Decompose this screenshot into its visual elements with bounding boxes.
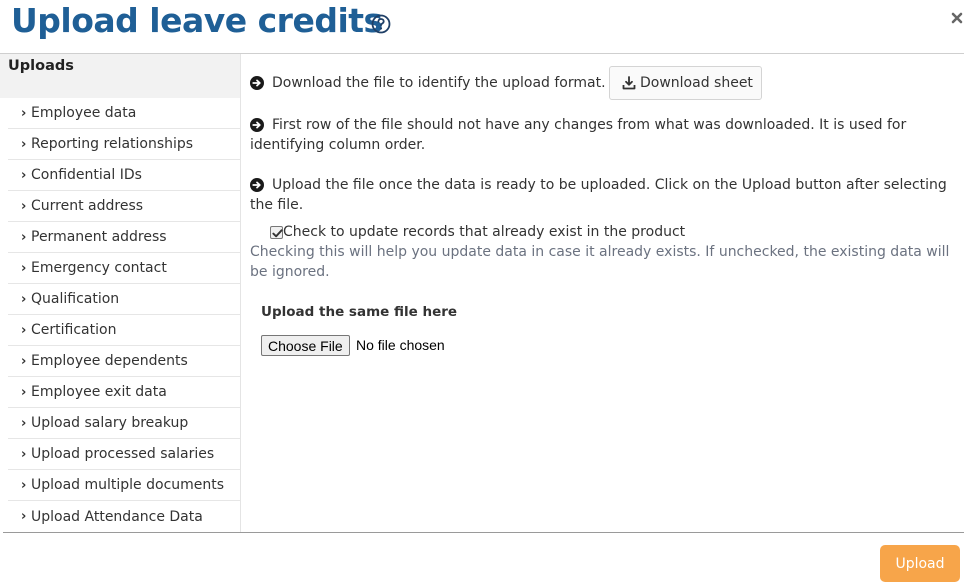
- upload-button[interactable]: Upload: [880, 545, 960, 582]
- update-records-option: Check to update records that already exi…: [270, 222, 685, 242]
- sidebar-item-label: Emergency contact: [31, 260, 167, 276]
- sidebar-item-label: Certification: [31, 322, 117, 338]
- chevron-right-icon: ›: [21, 415, 27, 431]
- chevron-right-icon: ›: [21, 446, 27, 462]
- arrow-circle-right-icon: [250, 76, 264, 90]
- step-first-row-text: First row of the file should not have an…: [250, 117, 907, 153]
- update-records-label: Check to update records that already exi…: [283, 224, 686, 240]
- sidebar-item-permanent-address[interactable]: › Permanent address: [8, 222, 240, 253]
- sidebar-item-label: Employee dependents: [31, 353, 188, 369]
- chevron-right-icon: ›: [21, 291, 27, 307]
- sidebar-item-label: Permanent address: [31, 229, 167, 245]
- sidebar-header: Uploads: [0, 54, 240, 98]
- sidebar-item-label: Upload processed salaries: [31, 446, 215, 462]
- upload-instructions: Download the file to identify the upload…: [250, 54, 962, 532]
- sidebar-item-employee-exit-data[interactable]: › Employee exit data: [8, 377, 240, 408]
- chevron-right-icon: ›: [21, 260, 27, 276]
- sidebar-list: › Employee data › Reporting relationships …: [8, 98, 240, 532]
- chevron-right-icon: ›: [21, 477, 27, 493]
- help-circle-icon[interactable]: [371, 14, 391, 34]
- step-download-text: Download the file to identify the upload…: [272, 75, 606, 91]
- dialog-header: Upload leave credits: [0, 0, 964, 54]
- step-first-row: First row of the file should not have an…: [250, 115, 950, 155]
- update-records-hint: Checking this will help you update data …: [250, 244, 950, 280]
- sidebar-item-label: Employee exit data: [31, 384, 167, 400]
- sidebar-item-current-address[interactable]: › Current address: [8, 191, 240, 222]
- chevron-right-icon: ›: [21, 167, 27, 183]
- step-upload: Upload the file once the data is ready t…: [250, 175, 950, 215]
- sidebar-item-label: Current address: [31, 198, 144, 214]
- sidebar-item-upload-processed-salaries[interactable]: › Upload processed salaries: [8, 439, 240, 470]
- sidebar-item-label: Upload multiple documents: [31, 477, 225, 493]
- dialog-title: Upload leave credits: [11, 1, 383, 40]
- sidebar-item-label: Upload salary breakup: [31, 415, 189, 431]
- footer-divider: [3, 532, 964, 533]
- chevron-right-icon: ›: [21, 322, 27, 338]
- sidebar-item-label: Reporting relationships: [31, 136, 194, 152]
- choose-file-button[interactable]: Choose File: [261, 335, 350, 356]
- sidebar-item-qualification[interactable]: › Qualification: [8, 284, 240, 315]
- sidebar-item-employee-dependents[interactable]: › Employee dependents: [8, 346, 240, 377]
- sidebar-item-certification[interactable]: › Certification: [8, 315, 240, 346]
- sidebar-item-upload-attendance-data[interactable]: › Upload Attendance Data: [8, 501, 240, 532]
- sidebar-item-reporting-relationships[interactable]: › Reporting relationships: [8, 129, 240, 160]
- uploads-sidebar: Uploads › Employee data › Reporting relati…: [0, 54, 241, 532]
- sidebar-item-label: Qualification: [31, 291, 120, 307]
- file-status: No file chosen: [356, 337, 445, 353]
- sidebar-item-upload-multiple-documents[interactable]: › Upload multiple documents: [8, 470, 240, 501]
- checkmark-icon: [272, 228, 283, 237]
- arrow-circle-right-icon: [250, 178, 264, 192]
- update-records-checkbox[interactable]: [270, 225, 283, 239]
- arrow-circle-right-icon: [250, 118, 264, 132]
- sidebar-item-label: Employee data: [31, 105, 137, 121]
- download-sheet-label: Download sheet: [640, 75, 753, 91]
- chevron-right-icon: ›: [21, 229, 27, 245]
- chevron-right-icon: ›: [21, 136, 27, 152]
- sidebar-item-confidential-ids[interactable]: › Confidential IDs: [8, 160, 240, 191]
- download-icon: [622, 76, 636, 90]
- upload-file-label: Upload the same file here: [261, 304, 458, 320]
- sidebar-item-label: Confidential IDs: [31, 167, 142, 183]
- download-sheet-button[interactable]: Download sheet: [609, 66, 762, 100]
- chevron-right-icon: ›: [21, 509, 27, 524]
- step-upload-text: Upload the file once the data is ready t…: [250, 177, 947, 213]
- sidebar-item-upload-salary-breakup[interactable]: › Upload salary breakup: [8, 408, 240, 439]
- sidebar-item-employee-data[interactable]: › Employee data: [8, 98, 240, 129]
- sidebar-item-emergency-contact[interactable]: › Emergency contact: [8, 253, 240, 284]
- chevron-right-icon: ›: [21, 198, 27, 214]
- chevron-right-icon: ›: [21, 384, 27, 400]
- close-icon[interactable]: [951, 12, 963, 24]
- chevron-right-icon: ›: [21, 353, 27, 369]
- chevron-right-icon: ›: [21, 105, 27, 121]
- sidebar-item-label: Upload Attendance Data: [31, 508, 203, 525]
